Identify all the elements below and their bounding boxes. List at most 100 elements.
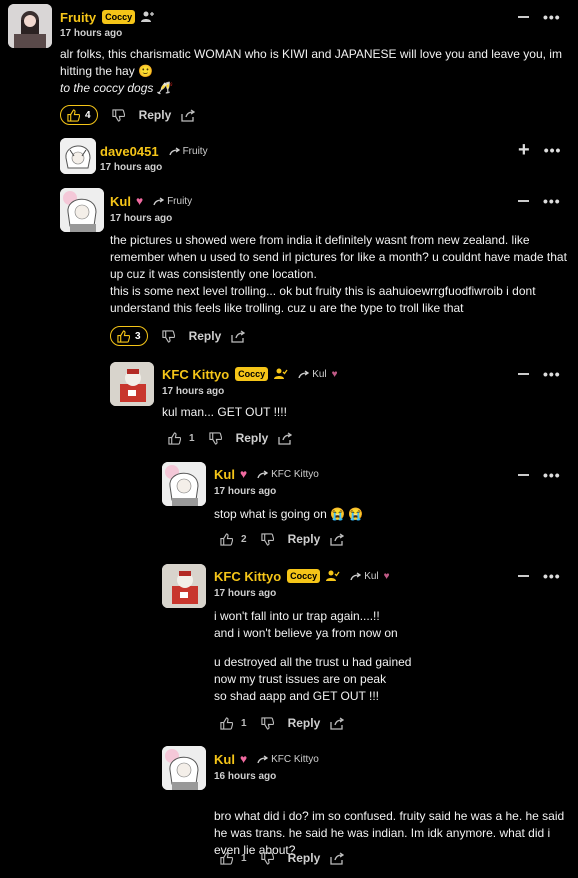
user-badge-icon: [326, 570, 340, 582]
reply-button[interactable]: Reply: [139, 108, 172, 122]
author-name[interactable]: KFC Kittyo: [162, 367, 229, 382]
author-name[interactable]: Kul: [110, 194, 131, 209]
author-name[interactable]: dave0451: [100, 144, 159, 159]
comment-text: this is some next level trolling... ok b…: [110, 284, 536, 315]
share-button[interactable]: [330, 532, 345, 546]
timestamp: 17 hours ago: [60, 28, 123, 39]
timestamp: 16 hours ago: [214, 771, 277, 782]
reply-button[interactable]: Reply: [236, 431, 269, 445]
role-badge: Coccy: [102, 10, 136, 24]
avatar[interactable]: [162, 462, 206, 506]
reply-button[interactable]: Reply: [189, 329, 222, 343]
author-name[interactable]: Kul: [214, 467, 235, 482]
heart-icon: ♥: [331, 368, 338, 380]
reply-to-name[interactable]: Fruity: [183, 146, 208, 157]
reply-to-name[interactable]: KFC Kittyo: [271, 469, 319, 480]
share-button[interactable]: [231, 329, 246, 343]
dislike-button[interactable]: [208, 431, 222, 445]
thumbs-down-icon: [161, 329, 175, 343]
reply-to: Fruity: [153, 196, 192, 207]
timestamp: 17 hours ago: [162, 386, 225, 397]
more-icon[interactable]: •••: [544, 142, 562, 158]
like-button[interactable]: 3: [110, 326, 148, 346]
comment-body: stop what is going on 😭 😭: [214, 506, 572, 523]
timestamp: 17 hours ago: [100, 162, 163, 173]
reply-to-name[interactable]: KFC Kittyo: [271, 754, 319, 765]
more-icon[interactable]: •••: [543, 568, 561, 584]
more-icon[interactable]: •••: [543, 366, 561, 382]
heart-icon: ♥: [239, 752, 248, 766]
comment-text: i won't fall into ur trap again....!!: [214, 609, 380, 623]
reply-arrow-icon: [257, 754, 269, 763]
comment-text: alr folks, this charismatic WOMAN who is…: [60, 47, 562, 78]
reply-button[interactable]: Reply: [288, 532, 321, 546]
reply-arrow-icon: [153, 196, 165, 205]
reply-arrow-icon: [350, 571, 362, 580]
thumbs-up-icon: [220, 851, 233, 865]
author-name[interactable]: Fruity: [60, 10, 96, 25]
share-button[interactable]: [330, 851, 345, 865]
dislike-button[interactable]: [260, 532, 274, 546]
comment-text: [214, 642, 572, 654]
reply-button[interactable]: Reply: [288, 851, 321, 865]
thumbs-up-icon: [117, 329, 130, 343]
comment-body: i won't fall into ur trap again....!! an…: [214, 608, 572, 705]
like-button[interactable]: 1: [220, 716, 247, 730]
avatar[interactable]: [162, 564, 206, 608]
heart-icon: ♥: [239, 467, 248, 481]
comment-body: alr folks, this charismatic WOMAN who is…: [60, 46, 568, 97]
avatar[interactable]: [60, 188, 104, 232]
avatar[interactable]: [8, 4, 52, 48]
user-badge-icon: [274, 368, 288, 380]
collapse-icon[interactable]: [518, 575, 529, 577]
reply-to-name[interactable]: Fruity: [167, 196, 192, 207]
expand-icon[interactable]: +: [518, 140, 530, 160]
comment-dave0451: dave0451 Fruity 17 hours ago + •••: [60, 138, 574, 180]
like-count: 1: [241, 717, 247, 729]
dislike-button[interactable]: [161, 329, 175, 343]
reply-to-name[interactable]: Kul: [312, 369, 326, 380]
share-button[interactable]: [330, 716, 345, 730]
reply-arrow-icon: [257, 469, 269, 478]
reply-to-name[interactable]: Kul: [364, 571, 378, 582]
comment-kfc-kittyo: KFC Kittyo Coccy Kul ♥ 17 hours ago ••• …: [110, 362, 574, 452]
like-button[interactable]: 2: [220, 532, 247, 546]
dislike-button[interactable]: [111, 108, 125, 122]
like-count: 3: [135, 330, 141, 342]
collapse-icon[interactable]: [518, 373, 529, 375]
share-button[interactable]: [181, 108, 196, 122]
comment-text: so shad aapp and GET OUT !!!: [214, 689, 379, 703]
role-badge: Coccy: [235, 367, 269, 381]
comment-text: the pictures u showed were from india it…: [110, 233, 567, 281]
timestamp: 17 hours ago: [214, 486, 277, 497]
share-icon: [231, 329, 246, 343]
share-button[interactable]: [278, 431, 293, 445]
like-button[interactable]: 1: [220, 851, 247, 865]
more-icon[interactable]: •••: [543, 193, 561, 209]
like-button[interactable]: 4: [60, 105, 98, 125]
dislike-button[interactable]: [260, 716, 274, 730]
reply-to: Fruity: [168, 146, 208, 157]
reply-arrow-icon: [168, 146, 180, 155]
reply-arrow-icon: [298, 369, 310, 378]
more-icon[interactable]: •••: [543, 9, 561, 25]
more-icon[interactable]: •••: [543, 467, 561, 483]
heart-icon: ♥: [383, 570, 390, 582]
like-button[interactable]: 1: [168, 431, 195, 445]
collapse-icon[interactable]: [518, 474, 529, 476]
reply-to: Kul ♥: [298, 368, 338, 380]
author-name[interactable]: KFC Kittyo: [214, 569, 281, 584]
share-icon: [330, 532, 345, 546]
collapse-icon[interactable]: [518, 16, 529, 18]
avatar[interactable]: [110, 362, 154, 406]
reply-button[interactable]: Reply: [288, 716, 321, 730]
collapse-icon[interactable]: [518, 200, 529, 202]
dislike-button[interactable]: [260, 851, 274, 865]
comment-body: kul man... GET OUT !!!!: [162, 404, 572, 421]
avatar[interactable]: [162, 746, 206, 790]
thumbs-up-icon: [220, 532, 233, 546]
author-name[interactable]: Kul: [214, 752, 235, 767]
comment-text: u destroyed all the trust u had gained: [214, 655, 412, 669]
avatar[interactable]: [60, 138, 96, 174]
reply-to: KFC Kittyo: [257, 754, 319, 765]
